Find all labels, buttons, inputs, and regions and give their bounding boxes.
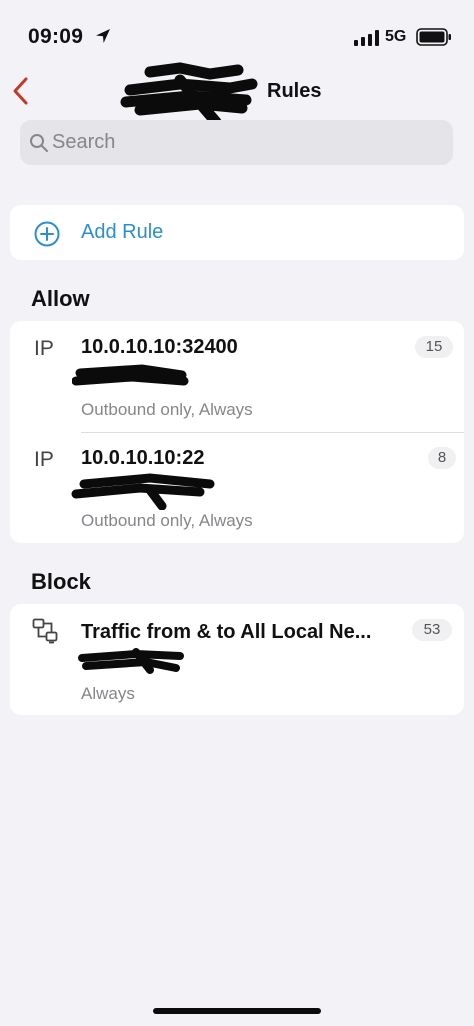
rule-title: 10.0.10.10:32400 bbox=[81, 336, 238, 358]
rule-row[interactable]: IP 10.0.10.10:22 Outbound only, Always 8 bbox=[10, 432, 464, 543]
signal-bars-icon bbox=[354, 30, 379, 46]
rule-subtitle: Outbound only, Always bbox=[81, 400, 253, 419]
redaction-scribble bbox=[71, 473, 215, 510]
count-badge: 15 bbox=[415, 336, 453, 358]
rule-title: Traffic from & to All Local Ne... bbox=[81, 621, 372, 643]
add-rule-button[interactable]: Add Rule bbox=[10, 205, 464, 260]
search-bar[interactable] bbox=[20, 120, 453, 165]
rule-row[interactable]: IP 10.0.10.10:32400 Outbound only, Alway… bbox=[10, 321, 464, 432]
home-indicator[interactable] bbox=[153, 1008, 321, 1014]
rule-row[interactable]: Traffic from & to All Local Ne... Always… bbox=[10, 604, 464, 715]
block-rules-list: Traffic from & to All Local Ne... Always… bbox=[10, 604, 464, 715]
section-header-block: Block bbox=[31, 569, 91, 594]
location-arrow-icon bbox=[96, 29, 110, 43]
search-icon bbox=[30, 134, 48, 152]
redaction-scribble bbox=[72, 364, 189, 386]
redaction-scribble bbox=[78, 648, 184, 674]
count-badge: 53 bbox=[412, 619, 452, 641]
battery-icon bbox=[416, 28, 451, 46]
local-network-icon bbox=[32, 618, 58, 644]
status-time: 09:09 bbox=[28, 25, 84, 48]
rule-type-label: IP bbox=[34, 337, 54, 360]
add-rule-label: Add Rule bbox=[81, 221, 164, 243]
rule-title: 10.0.10.10:22 bbox=[81, 447, 205, 469]
rule-subtitle: Outbound only, Always bbox=[81, 511, 253, 530]
search-input[interactable] bbox=[52, 120, 442, 165]
chevron-left-icon bbox=[13, 77, 28, 105]
plus-circle-icon bbox=[34, 221, 60, 247]
rule-subtitle: Always bbox=[81, 684, 135, 703]
network-type: 5G bbox=[385, 28, 407, 45]
rule-type-label: IP bbox=[34, 448, 54, 471]
back-button[interactable] bbox=[8, 74, 34, 108]
allow-rules-list: IP 10.0.10.10:32400 Outbound only, Alway… bbox=[10, 321, 464, 543]
count-badge: 8 bbox=[428, 447, 456, 469]
section-header-allow: Allow bbox=[31, 286, 90, 311]
page-title: Rules bbox=[267, 80, 322, 102]
